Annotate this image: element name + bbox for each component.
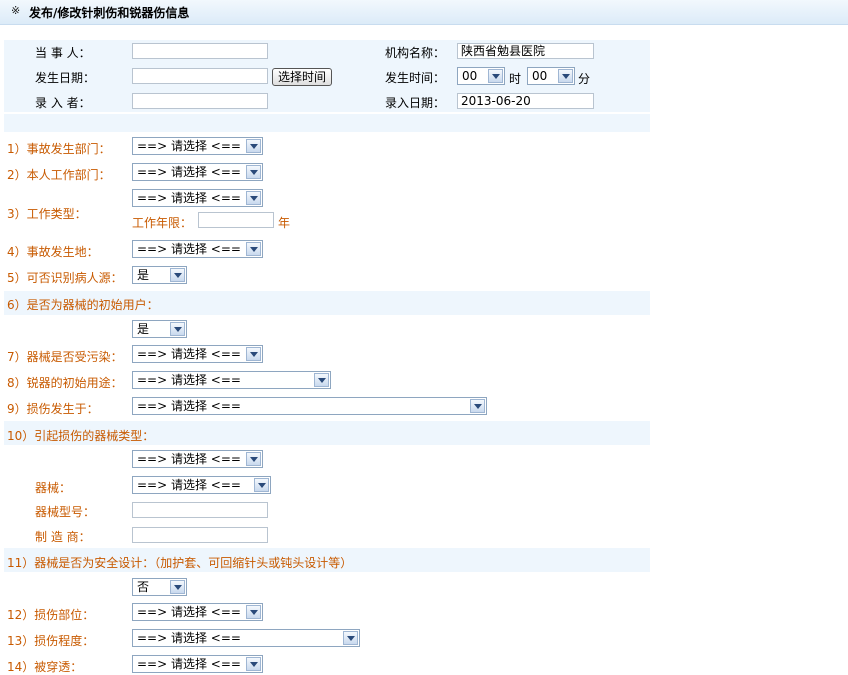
hour-select[interactable]: 00 (457, 67, 505, 85)
minute-unit: 分 (578, 72, 591, 86)
minute-select[interactable]: 00 (527, 67, 575, 85)
separator-band (4, 114, 650, 132)
q9-label: 9）损伤发生于： (7, 402, 99, 416)
q14-label: 14）被穿透： (7, 660, 83, 674)
q10-type-select[interactable]: ==> 请选择 <== (132, 450, 263, 468)
chevron-down-icon (246, 657, 261, 671)
party-label: 当 事 人： (35, 46, 91, 60)
party-input[interactable] (132, 43, 268, 59)
q8-select[interactable]: ==> 请选择 <== (132, 371, 331, 389)
q12-label: 12）损伤部位： (7, 608, 95, 622)
title-bar: ※ 发布/修改针刺伤和锐器伤信息 (0, 0, 848, 25)
manufacturer-input[interactable] (132, 527, 268, 543)
chevron-down-icon (470, 399, 485, 413)
q11-select[interactable]: 否 (132, 578, 187, 596)
chevron-down-icon (170, 322, 185, 336)
q5-label: 5）可否识别病人源： (7, 271, 123, 285)
q10-model-label: 器械型号： (35, 505, 96, 519)
chevron-down-icon (246, 191, 261, 205)
entry-person-input[interactable] (132, 93, 268, 109)
entry-person-label: 录 入 者： (35, 96, 91, 110)
q10-label: 10）引起损伤的器械类型： (7, 429, 155, 443)
date-label: 发生日期： (35, 71, 96, 85)
q10-device-label: 器械： (35, 481, 72, 495)
entry-date-label: 录入日期： (385, 96, 446, 110)
choose-time-button[interactable]: 选择时间 (272, 68, 332, 86)
time-label: 发生时间： (385, 71, 446, 85)
q13-select[interactable]: ==> 请选择 <== (132, 629, 360, 647)
chevron-down-icon (254, 478, 269, 492)
q3-select[interactable]: ==> 请选择 <== (132, 189, 263, 207)
org-label: 机构名称： (385, 46, 446, 60)
chevron-down-icon (246, 242, 261, 256)
q3-years-unit: 年 (278, 216, 291, 230)
q3-label: 3）工作类型： (7, 207, 87, 221)
q12-select[interactable]: ==> 请选择 <== (132, 603, 263, 621)
q4-label: 4）事故发生地： (7, 245, 99, 259)
chevron-down-icon (246, 165, 261, 179)
q4-select[interactable]: ==> 请选择 <== (132, 240, 263, 258)
work-years-input[interactable] (198, 212, 274, 228)
q14-select[interactable]: ==> 请选择 <== (132, 655, 263, 673)
q8-label: 8）锐器的初始用途： (7, 376, 123, 390)
q3-years-label: 工作年限： (132, 216, 193, 230)
q2-label: 2）本人工作部门： (7, 168, 111, 182)
q10-device-select[interactable]: ==> 请选择 <== (132, 476, 271, 494)
q6-select[interactable]: 是 (132, 320, 187, 338)
q10-maker-label: 制 造 商： (35, 530, 91, 544)
q5-select[interactable]: 是 (132, 266, 187, 284)
q11-label: 11）器械是否为安全设计：（加护套、可回缩针头或钝头设计等） (7, 556, 353, 570)
chevron-down-icon (314, 373, 329, 387)
q9-select[interactable]: ==> 请选择 <== (132, 397, 487, 415)
page-title: 发布/修改针刺伤和锐器伤信息 (29, 6, 190, 20)
device-model-input[interactable] (132, 502, 268, 518)
org-input[interactable]: 陕西省勉县医院 (457, 43, 594, 59)
chevron-down-icon (488, 69, 503, 83)
chevron-down-icon (170, 268, 185, 282)
chevron-down-icon (246, 347, 261, 361)
q6-label: 6）是否为器械的初始用户： (7, 298, 159, 312)
entry-date-input[interactable]: 2013-06-20 (457, 93, 594, 109)
q13-label: 13）损伤程度： (7, 634, 95, 648)
chevron-down-icon (170, 580, 185, 594)
chevron-down-icon (246, 139, 261, 153)
q1-select[interactable]: ==> 请选择 <== (132, 137, 263, 155)
chevron-down-icon (246, 605, 261, 619)
q2-select[interactable]: ==> 请选择 <== (132, 163, 263, 181)
hour-unit: 时 (509, 72, 522, 86)
q7-select[interactable]: ==> 请选择 <== (132, 345, 263, 363)
q7-label: 7）器械是否受污染： (7, 350, 123, 364)
q1-label: 1）事故发生部门： (7, 142, 111, 156)
date-input[interactable] (132, 68, 268, 84)
chevron-down-icon (558, 69, 573, 83)
chevron-down-icon (343, 631, 358, 645)
double-arrow-icon: ※ (11, 4, 21, 17)
chevron-down-icon (246, 452, 261, 466)
